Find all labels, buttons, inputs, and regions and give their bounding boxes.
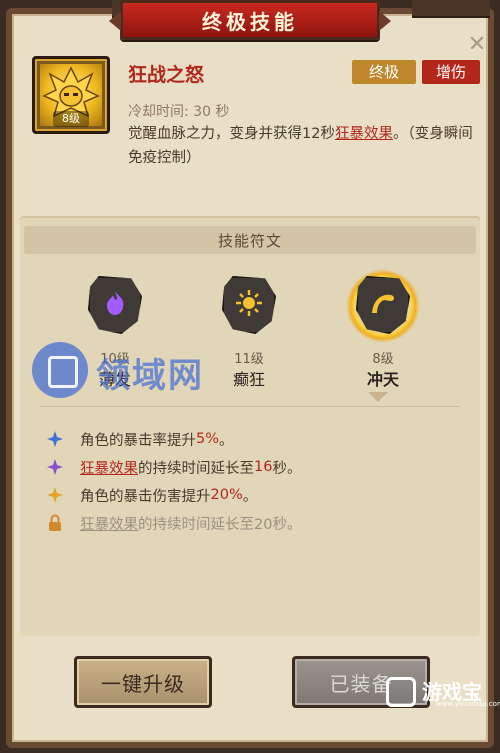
rune-bofa[interactable] xyxy=(80,272,150,342)
dialog-title: 终极技能 xyxy=(202,9,298,34)
blue-star-icon xyxy=(46,430,64,448)
title-banner: 终极技能 xyxy=(109,0,391,40)
divider xyxy=(40,406,460,407)
effect-suffix: 。 xyxy=(242,488,258,505)
runes-header: 技能符文 xyxy=(24,226,476,254)
effect-text: 的持续时间延长至20秒。 xyxy=(138,516,302,533)
lock-icon xyxy=(46,514,64,532)
rune-name: 冲天 xyxy=(366,370,399,389)
rune-chongtian[interactable] xyxy=(344,266,422,346)
skill-description: 觉醒血脉之力，变身并获得12秒狂暴效果。（变身瞬间免疫控制） xyxy=(128,122,476,170)
watermark-url: www.youxibao.com xyxy=(436,700,500,708)
purple-flame-icon xyxy=(100,288,130,318)
purple-star-icon xyxy=(46,458,64,476)
tag-ultimate: 终极 xyxy=(352,60,416,84)
berserk-effect-link[interactable]: 狂暴效果 xyxy=(80,513,138,534)
effect-row: 角色的暴击伤害提升 20%。 xyxy=(46,484,476,506)
tag-damage-boost: 增伤 xyxy=(422,60,480,84)
close-icon[interactable]: ✕ xyxy=(466,34,488,56)
watermark-left-text: 领域网 xyxy=(96,356,204,396)
desc-prefix: 觉醒血脉之力，变身并获得12秒 xyxy=(128,126,335,142)
rune-level: 11级 xyxy=(234,352,264,367)
rune-level: 8级 xyxy=(372,352,394,367)
effect-text: 角色的暴击率提升 xyxy=(80,432,196,449)
gamepad-icon xyxy=(386,677,416,707)
skill-level-badge: 8级 xyxy=(53,111,89,127)
effect-value: 20% xyxy=(210,487,243,503)
berserk-effect-link[interactable]: 狂暴效果 xyxy=(80,457,138,478)
skill-name: 狂战之怒 xyxy=(128,64,205,86)
watermark-logo-icon xyxy=(32,342,88,398)
effect-row: 角色的暴击率提升 5%。 xyxy=(46,428,476,450)
selected-rune-pointer xyxy=(368,392,388,402)
effect-suffix: 秒。 xyxy=(272,460,302,477)
rune-name: 癫狂 xyxy=(232,370,265,389)
effect-text: 角色的暴击伤害提升 xyxy=(80,488,211,505)
wave-crest-icon xyxy=(368,288,398,318)
berserk-effect-link[interactable]: 狂暴效果 xyxy=(335,126,393,142)
watermark-right-text: 游戏宝 xyxy=(422,680,482,704)
effect-value: 16 xyxy=(254,459,273,475)
cooldown-text: 冷却时间: 30 秒 xyxy=(128,104,230,120)
skill-icon: 8级 xyxy=(32,56,110,134)
rune-dianquang[interactable] xyxy=(214,272,284,342)
effect-row-locked: 狂暴效果 的持续时间延长至20秒。 xyxy=(46,512,476,534)
effect-suffix: 。 xyxy=(219,432,234,449)
gold-star-icon xyxy=(46,486,64,504)
effect-row: 狂暴效果 的持续时间延长至 16 秒。 xyxy=(46,456,476,478)
effect-text: 的持续时间延长至 xyxy=(138,460,254,477)
upgrade-all-button[interactable]: 一键升级 xyxy=(74,656,212,708)
frame-ornament-right xyxy=(412,0,490,18)
effect-value: 5% xyxy=(196,431,220,447)
sun-burst-icon xyxy=(234,288,264,318)
